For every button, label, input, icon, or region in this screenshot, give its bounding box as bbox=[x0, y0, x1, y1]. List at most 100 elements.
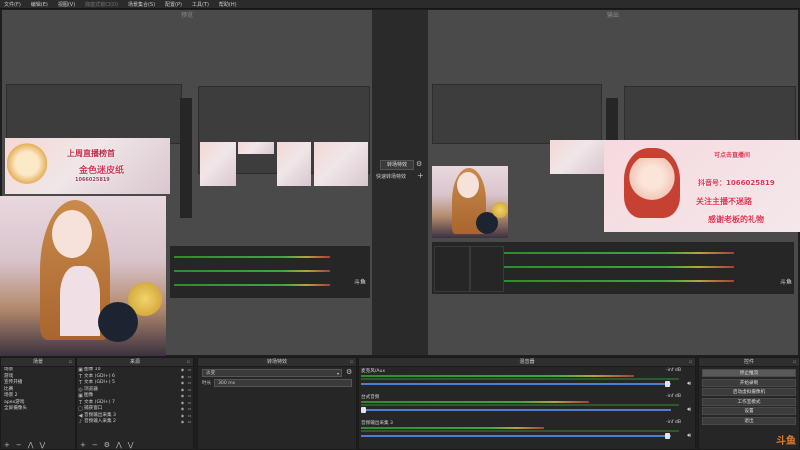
sources-dock: 来源 ▫ ▣ 图像 10 ◉ ▭ T 文本 (GDI+) 6 ◉ ▭ T 文本 (GDI+) 5… bbox=[76, 357, 194, 450]
gear-icon[interactable]: ⚙ bbox=[416, 160, 422, 168]
volume-slider[interactable] bbox=[361, 433, 671, 439]
channel-db: -inf dB bbox=[666, 420, 681, 425]
level-meter-2 bbox=[361, 404, 679, 406]
preview-label: 预览 bbox=[180, 12, 193, 19]
mini-overlay-1 bbox=[277, 142, 311, 186]
mixer-channel: 音频输出采集 3 -inf dB 🔊︎ bbox=[361, 420, 693, 444]
move-down-icon[interactable]: ⋁ bbox=[128, 441, 134, 449]
float-icon[interactable]: ▫ bbox=[689, 358, 692, 366]
add-icon[interactable]: + bbox=[4, 441, 10, 449]
transition-button[interactable]: 转场特效 bbox=[380, 160, 414, 170]
banner-title: 上周直播榜首 bbox=[67, 149, 115, 158]
virtual-camera-button[interactable]: 启动虚拟摄像机 bbox=[702, 388, 796, 397]
scenes-toolbar: + − ⋀ ⋁ bbox=[1, 441, 75, 449]
channel-name: 麦克风/Aux bbox=[361, 369, 386, 374]
transition-select[interactable]: 淡变 ▾ bbox=[202, 369, 342, 377]
program-camera bbox=[432, 166, 508, 238]
menu-edit[interactable]: 编辑(E) bbox=[31, 1, 48, 8]
move-up-icon[interactable]: ⋀ bbox=[116, 441, 122, 449]
douyu-watermark: 斗鱼 bbox=[776, 436, 796, 447]
channel-name: 音频输出采集 3 bbox=[361, 421, 393, 426]
move-down-icon[interactable]: ⋁ bbox=[40, 441, 46, 449]
menu-help[interactable]: 帮助(H) bbox=[219, 1, 237, 8]
stop-streaming-button[interactable]: 停止推流 bbox=[702, 369, 796, 377]
sources-title: 来源 bbox=[129, 359, 140, 365]
float-icon[interactable]: ▫ bbox=[350, 358, 353, 366]
duration-label: 时长 bbox=[202, 381, 212, 386]
program-line3: 感谢老板的礼物 bbox=[708, 215, 764, 224]
float-icon[interactable]: ▫ bbox=[793, 358, 796, 366]
channel-db: -inf dB bbox=[666, 394, 681, 399]
sources-toolbar: + − ⚙ ⋀ ⋁ bbox=[77, 441, 193, 449]
preview-nested-left bbox=[6, 84, 182, 144]
volume-slider[interactable] bbox=[361, 407, 671, 413]
menu-scene-collection[interactable]: 场景集合(S) bbox=[128, 1, 155, 8]
settings-button[interactable]: 设置 bbox=[702, 407, 796, 416]
eye-icon[interactable]: ◉ bbox=[179, 419, 186, 426]
quick-transition-label: 快速转场特效 bbox=[376, 174, 407, 180]
chevron-down-icon: ▾ bbox=[336, 371, 339, 376]
speaker-icon[interactable]: 🔊︎ bbox=[687, 380, 691, 388]
channel-name: 台式音频 bbox=[361, 395, 380, 400]
move-up-icon[interactable]: ⋀ bbox=[28, 441, 34, 449]
gear-icon[interactable]: ⚙ bbox=[104, 441, 110, 449]
float-icon[interactable]: ▫ bbox=[187, 358, 190, 366]
mini-watermark: 斗鱼 bbox=[354, 279, 367, 286]
slider-handle[interactable] bbox=[664, 381, 670, 387]
add-icon[interactable]: + bbox=[417, 171, 424, 180]
cat-girl-sticker bbox=[7, 142, 47, 190]
float-icon[interactable]: ▫ bbox=[69, 358, 72, 366]
transition-mid: 转场特效 ⚙ 快速转场特效 + bbox=[372, 10, 428, 355]
volume-slider[interactable] bbox=[361, 381, 671, 387]
scene-item[interactable]: 全屏摄像头 bbox=[1, 406, 75, 413]
banner-id: 1066025819 bbox=[75, 177, 110, 183]
transitions-dock: 转场特效 ▫ 淡变 ▾ ⚙ 时长 300 ms bbox=[197, 357, 357, 450]
program-mini-watermark: 斗鱼 bbox=[780, 279, 793, 286]
scenes-dock: 场景 ▫ 场景 游戏 宣传开播 比赛 场景 2 apex游戏 全屏摄像头 + − … bbox=[0, 357, 76, 450]
mixer-channel: 台式音频 -inf dB 🔊︎ bbox=[361, 394, 693, 418]
level-meter-2 bbox=[361, 430, 679, 432]
level-meter bbox=[361, 427, 544, 429]
menu-file[interactable]: 文件(F) bbox=[4, 1, 21, 8]
program-line4: 可点击直播间 bbox=[714, 152, 751, 159]
slider-handle[interactable] bbox=[361, 407, 366, 413]
mixer-channel: 麦克风/Aux -inf dB 🔊︎ bbox=[361, 368, 693, 392]
speaker-icon[interactable]: 🔊︎ bbox=[687, 406, 691, 414]
program-mini-1 bbox=[550, 140, 604, 174]
program-label: 输出 bbox=[606, 12, 619, 19]
remove-icon[interactable]: − bbox=[92, 441, 98, 449]
program-line2: 关注主播不迷路 bbox=[696, 197, 752, 206]
mini-preview-cam bbox=[200, 142, 236, 186]
lock-icon[interactable]: ▭ bbox=[186, 419, 193, 426]
preview-camera bbox=[0, 196, 166, 356]
source-item[interactable]: ♪ 音频输入采集 2 ◉ ▭ bbox=[77, 419, 193, 426]
duration-field[interactable]: 300 ms bbox=[214, 379, 352, 387]
program-nested-left bbox=[432, 84, 602, 144]
level-meter bbox=[361, 375, 634, 377]
menu-bar: 文件(F) 编辑(E) 视图(V) 底座式窗口(D) 场景集合(S) 配置(P)… bbox=[0, 0, 800, 9]
exit-button[interactable]: 退出 bbox=[702, 416, 796, 425]
menu-docks[interactable]: 底座式窗口(D) bbox=[85, 1, 118, 8]
start-recording-button[interactable]: 开始录制 bbox=[702, 378, 796, 387]
scenes-title: 场景 bbox=[32, 359, 43, 365]
studio-mode-button[interactable]: 工作室模式 bbox=[702, 397, 796, 406]
remove-icon[interactable]: − bbox=[16, 441, 22, 449]
preview-divider bbox=[180, 98, 192, 218]
menu-profile[interactable]: 配置(P) bbox=[165, 1, 182, 8]
mixer-title: 混音器 bbox=[519, 359, 535, 365]
program-mini-dock bbox=[432, 242, 794, 294]
program-line1: 抖音号：1066025819 bbox=[698, 179, 775, 187]
program-overlay: 抖音号：1066025819 关注主播不迷路 感谢老板的礼物 可点击直播间 bbox=[604, 140, 800, 232]
slider-handle[interactable] bbox=[664, 433, 670, 439]
speaker-icon[interactable]: 🔊︎ bbox=[687, 432, 691, 440]
mini-dock bbox=[170, 246, 370, 298]
menu-view[interactable]: 视图(V) bbox=[58, 1, 75, 8]
menu-tools[interactable]: 工具(T) bbox=[192, 1, 209, 8]
add-icon[interactable]: + bbox=[80, 441, 86, 449]
mixer-dock: 混音器 ▫ 麦克风/Aux -inf dB 🔊︎ 台式音频 -inf dB 🔊︎ … bbox=[358, 357, 696, 450]
level-meter bbox=[361, 401, 589, 403]
gear-icon[interactable]: ⚙ bbox=[346, 368, 352, 376]
preview-banner-overlay: 上周直播榜首 金色迷皮纸 1066025819 bbox=[5, 138, 170, 194]
controls-title: 控件 bbox=[743, 359, 754, 365]
mini-preview-banner bbox=[238, 142, 274, 154]
